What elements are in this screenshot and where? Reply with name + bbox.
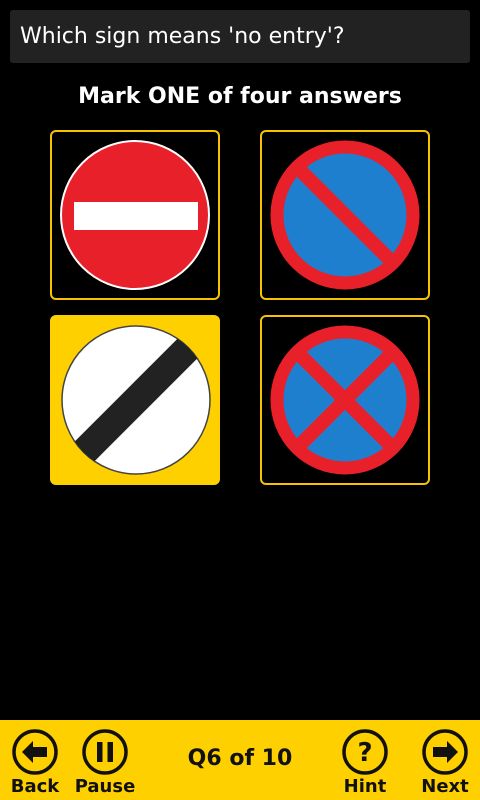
- back-label: Back: [10, 776, 60, 797]
- next-label: Next: [421, 776, 469, 797]
- answer-option-c[interactable]: [50, 315, 220, 485]
- arrow-right-icon: [422, 729, 468, 775]
- hint-label: Hint: [343, 776, 387, 797]
- answer-option-b[interactable]: [260, 130, 430, 300]
- question-mark-icon: ?: [342, 729, 388, 775]
- hint-button[interactable]: ? Hint: [330, 720, 400, 800]
- question-progress: Q6 of 10: [187, 746, 293, 771]
- arrow-left-icon: [12, 729, 58, 775]
- question-bar: Which sign means 'no entry'?: [10, 10, 470, 63]
- pause-icon: [82, 729, 128, 775]
- question-text: Which sign means 'no entry'?: [20, 24, 345, 49]
- instruction-text: Mark ONE of four answers: [78, 84, 402, 109]
- national-speed-limit-sign-icon: [61, 325, 211, 475]
- back-button[interactable]: Back: [0, 720, 70, 800]
- answer-option-d[interactable]: [260, 315, 430, 485]
- next-button[interactable]: Next: [410, 720, 480, 800]
- answer-option-a[interactable]: [50, 130, 220, 300]
- no-waiting-sign-icon: [270, 140, 420, 290]
- bottom-toolbar: Back Pause Q6 of 10 ? Hint Next: [0, 720, 480, 800]
- svg-text:?: ?: [357, 738, 372, 768]
- no-stopping-clearway-sign-icon: [270, 325, 420, 475]
- pause-button[interactable]: Pause: [70, 720, 140, 800]
- no-entry-sign-icon: [60, 140, 210, 290]
- pause-label: Pause: [74, 776, 136, 797]
